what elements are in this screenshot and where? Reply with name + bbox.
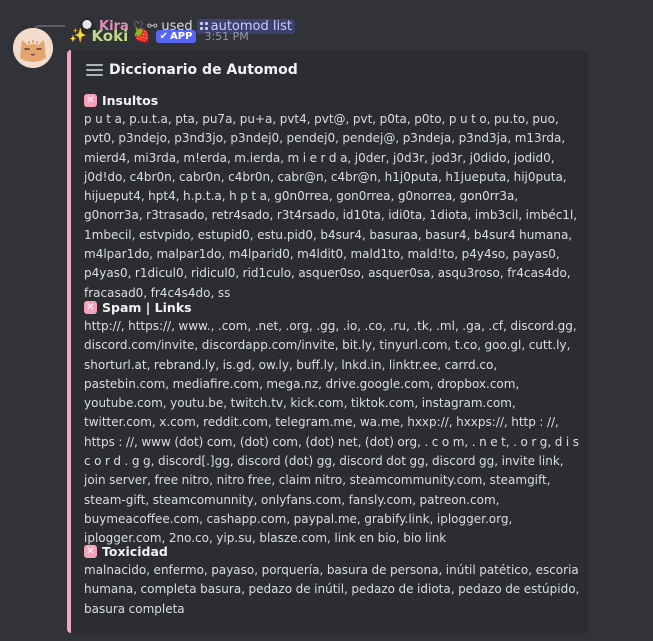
bot-username[interactable]: Koki bbox=[91, 27, 128, 45]
menu-icon bbox=[86, 64, 103, 76]
section-toxicidad: ✕ Toxicidad malnacido, enfermo, payaso, … bbox=[84, 542, 580, 619]
verified-check-icon: ✔ bbox=[159, 30, 169, 42]
app-badge-label: APP bbox=[170, 30, 193, 42]
cross-mark-icon: ✕ bbox=[84, 544, 97, 558]
embed-title: Diccionario de Automod bbox=[86, 62, 298, 78]
embed-title-text: Diccionario de Automod bbox=[109, 62, 298, 78]
section-body: http://, https://, www., .com, .net, .or… bbox=[84, 319, 579, 546]
section-body: p u t a, p.u.t.a, pta, pu7a, pu+a, pvt4,… bbox=[84, 112, 578, 300]
section-body: malnacido, enfermo, payaso, porquería, b… bbox=[84, 563, 580, 616]
section-title: Toxicidad bbox=[102, 543, 168, 559]
sparkle-emoji: ✨ bbox=[69, 28, 87, 44]
strawberry-emoji: 🍓 bbox=[133, 28, 151, 44]
section-spam-links: ✕ Spam | Links http://, https://, www., … bbox=[84, 298, 580, 549]
bot-avatar[interactable] bbox=[13, 28, 53, 68]
app-badge: ✔ APP bbox=[155, 29, 197, 43]
section-insultos: ✕ Insultos p u t a, p.u.t.a, pta, pu7a, … bbox=[84, 91, 580, 303]
section-heading: ✕ Spam | Links bbox=[84, 298, 580, 316]
section-heading: ✕ Toxicidad bbox=[84, 542, 580, 560]
message-timestamp[interactable]: 3:51 PM bbox=[204, 30, 248, 43]
section-heading: ✕ Insultos bbox=[84, 91, 580, 109]
cross-mark-icon: ✕ bbox=[84, 300, 97, 314]
section-title: Insultos bbox=[102, 92, 159, 108]
automod-embed: Diccionario de Automod ✕ Insultos p u t … bbox=[67, 50, 588, 633]
cat-avatar-icon bbox=[13, 28, 53, 68]
cross-mark-icon: ✕ bbox=[84, 93, 97, 107]
message-header: ✨ Koki 🍓 ✔ APP 3:51 PM bbox=[69, 26, 249, 46]
section-title: Spam | Links bbox=[102, 299, 192, 315]
